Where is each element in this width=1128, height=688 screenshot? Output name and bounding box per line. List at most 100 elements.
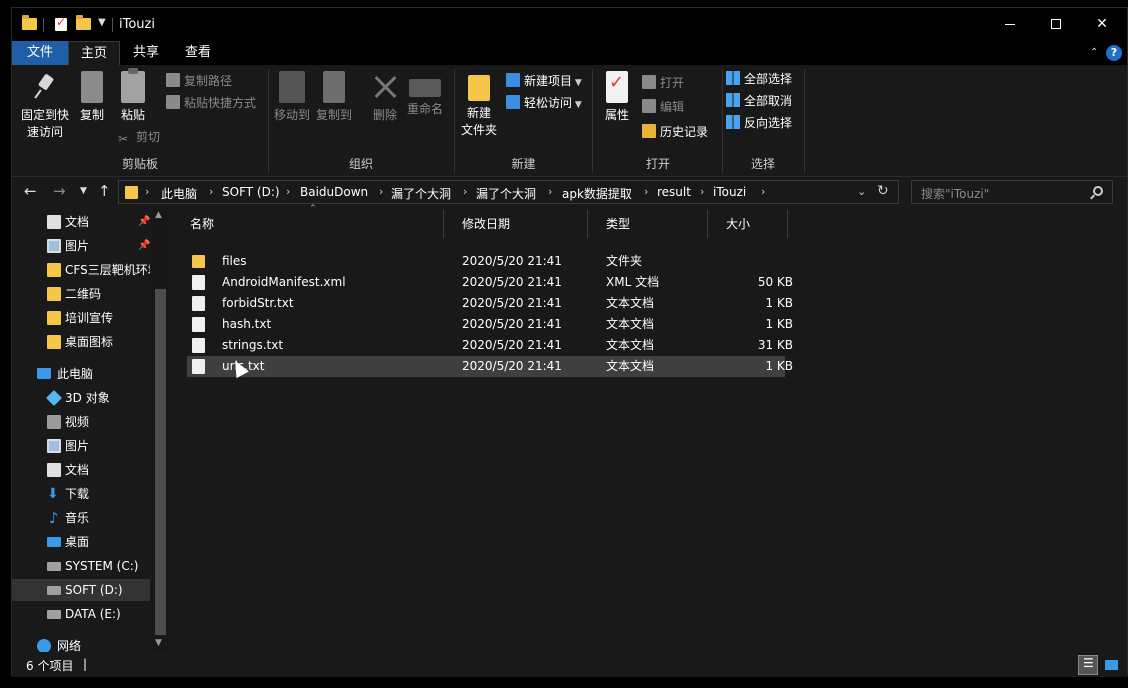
search-box[interactable]: 搜索"iTouzi" bbox=[911, 180, 1113, 204]
properties-quick-icon[interactable] bbox=[55, 15, 67, 31]
table-row[interactable]: forbidStr.txt 2020/5/20 21:41 文本文档 1 KB bbox=[187, 293, 793, 314]
copy-button[interactable]: 复制 bbox=[76, 71, 108, 124]
maximize-button[interactable] bbox=[1033, 8, 1079, 41]
pin-quick-access-button[interactable]: 固定到快 速访问 bbox=[16, 71, 74, 141]
table-row[interactable]: files 2020/5/20 21:41 文件夹 bbox=[187, 251, 785, 272]
recent-locations-icon[interactable]: ▼ bbox=[80, 186, 87, 196]
tab-home[interactable]: 主页 bbox=[68, 41, 120, 65]
scrollbar-thumb[interactable] bbox=[155, 289, 166, 635]
copy-to-button[interactable]: 复制到 bbox=[314, 71, 354, 124]
search-icon[interactable] bbox=[1093, 186, 1103, 196]
select-none-button[interactable]: 全部取消 bbox=[726, 91, 792, 111]
copy-path-button[interactable]: 复制路径 bbox=[166, 71, 232, 91]
minimize-button[interactable] bbox=[987, 8, 1033, 41]
nav-item-downloads[interactable]: 下载 bbox=[12, 483, 150, 505]
history-button[interactable]: 历史记录 bbox=[642, 122, 708, 142]
nav-item-desktop[interactable]: 桌面 bbox=[12, 531, 150, 553]
cut-button[interactable]: ✂ 剪切 bbox=[118, 127, 160, 147]
breadcrumb-chevron-icon[interactable]: › bbox=[761, 185, 765, 198]
table-row[interactable]: strings.txt 2020/5/20 21:41 文本文档 31 KB bbox=[187, 335, 793, 356]
breadcrumb-chevron-icon[interactable]: › bbox=[379, 185, 383, 198]
nav-item-3d-objects[interactable]: 3D 对象 bbox=[12, 387, 150, 409]
nav-item-pictures[interactable]: 图片 bbox=[12, 435, 150, 457]
breadcrumb-chevron-icon[interactable]: › bbox=[145, 185, 149, 198]
select-all-button[interactable]: 全部选择 bbox=[726, 69, 792, 89]
nav-item-drive-d[interactable]: SOFT (D:) bbox=[12, 579, 150, 601]
move-to-button[interactable]: 移动到 bbox=[272, 71, 312, 124]
customize-quick-access-icon[interactable]: ▼ bbox=[98, 17, 106, 33]
history-label: 历史记录 bbox=[660, 125, 709, 139]
nav-item-folder[interactable]: CFS三层靶机环境 bbox=[12, 259, 150, 281]
breadcrumb-item[interactable]: iTouzi bbox=[713, 185, 746, 199]
table-row[interactable]: urls.txt 2020/5/20 21:41 文本文档 1 KB bbox=[187, 356, 793, 377]
breadcrumb-item[interactable]: 漏了个大洞 bbox=[476, 185, 536, 202]
large-icons-view-icon[interactable] bbox=[1102, 655, 1122, 675]
details-view-icon[interactable] bbox=[1078, 655, 1098, 675]
open-button[interactable]: 打开 bbox=[642, 73, 684, 93]
nav-scrollbar[interactable]: ▲ ▼ bbox=[152, 208, 169, 652]
breadcrumb-item[interactable]: SOFT (D:) bbox=[222, 185, 280, 199]
nav-item-folder[interactable]: 培训宣传 bbox=[12, 307, 150, 329]
column-header-type[interactable]: 类型 bbox=[588, 210, 708, 238]
breadcrumb-item[interactable]: BaiduDown bbox=[300, 185, 368, 199]
nav-item-folder[interactable]: 桌面图标 bbox=[12, 331, 150, 353]
column-header-date[interactable]: 修改日期 bbox=[444, 210, 588, 238]
address-bar[interactable]: › 此电脑 › SOFT (D:) › BaiduDown › 漏了个大洞 › … bbox=[118, 180, 899, 204]
nav-item-drive-c[interactable]: SYSTEM (C:) bbox=[12, 555, 150, 577]
column-header-name[interactable]: 名称 bbox=[172, 210, 444, 238]
file-name: forbidStr.txt bbox=[222, 296, 294, 310]
rename-icon bbox=[409, 79, 441, 97]
pin-icon[interactable]: 📌 bbox=[138, 235, 150, 257]
nav-item-folder[interactable]: 二维码 bbox=[12, 283, 150, 305]
breadcrumb-item[interactable]: apk数据提取 bbox=[562, 185, 632, 202]
properties-button[interactable]: 属性 bbox=[600, 71, 634, 124]
breadcrumb-item[interactable]: result bbox=[657, 185, 691, 199]
refresh-icon[interactable]: ↻ bbox=[877, 183, 889, 199]
tab-share[interactable]: 共享 bbox=[120, 41, 172, 65]
nav-item-network[interactable]: 网络 bbox=[12, 635, 150, 652]
nav-item-this-pc[interactable]: 此电脑 bbox=[12, 363, 150, 385]
easy-access-button[interactable]: 轻松访问 ▼ bbox=[506, 93, 582, 113]
tab-view[interactable]: 查看 bbox=[172, 41, 224, 65]
new-item-button[interactable]: 新建项目 ▼ bbox=[506, 71, 582, 91]
breadcrumb-chevron-icon[interactable]: › bbox=[644, 185, 648, 198]
nav-item-music[interactable]: 音乐 bbox=[12, 507, 150, 529]
table-row[interactable]: hash.txt 2020/5/20 21:41 文本文档 1 KB bbox=[187, 314, 793, 335]
nav-item-documents[interactable]: 文档 📌 bbox=[12, 211, 150, 233]
address-dropdown-icon[interactable]: ⌄ bbox=[857, 185, 866, 198]
help-icon[interactable]: ? bbox=[1106, 45, 1122, 61]
nav-item-drive-e[interactable]: DATA (E:) bbox=[12, 603, 150, 625]
new-item-label: 新建项目 bbox=[524, 74, 573, 88]
nav-item-videos[interactable]: 视频 bbox=[12, 411, 150, 433]
close-button[interactable]: ✕ bbox=[1079, 8, 1125, 41]
invert-selection-button[interactable]: 反向选择 bbox=[726, 113, 792, 133]
breadcrumb-chevron-icon[interactable]: › bbox=[286, 185, 290, 198]
pin-icon[interactable]: 📌 bbox=[138, 211, 150, 233]
scroll-down-icon[interactable]: ▼ bbox=[155, 638, 162, 648]
table-row[interactable]: AndroidManifest.xml 2020/5/20 21:41 XML … bbox=[187, 272, 793, 293]
new-folder-button[interactable]: 新建 文件夹 bbox=[460, 71, 498, 139]
rename-button[interactable]: 重命名 bbox=[404, 71, 446, 118]
back-arrow-icon[interactable]: ← bbox=[24, 182, 37, 200]
paste-shortcut-button[interactable]: 粘贴快捷方式 bbox=[166, 93, 256, 113]
edit-button[interactable]: 编辑 bbox=[642, 97, 684, 117]
nav-label: 音乐 bbox=[65, 511, 90, 525]
scroll-up-icon[interactable]: ▲ bbox=[155, 210, 162, 220]
paste-button[interactable]: 粘贴 bbox=[116, 68, 150, 124]
breadcrumb-chevron-icon[interactable]: › bbox=[548, 185, 552, 198]
breadcrumb-item[interactable]: 此电脑 bbox=[161, 185, 197, 202]
breadcrumb-chevron-icon[interactable]: › bbox=[700, 185, 704, 198]
breadcrumb-chevron-icon[interactable]: › bbox=[209, 185, 213, 198]
breadcrumb-item[interactable]: 漏了个大洞 bbox=[391, 185, 451, 202]
up-arrow-icon[interactable]: ↑ bbox=[98, 182, 111, 200]
nav-item-pictures[interactable]: 图片 📌 bbox=[12, 235, 150, 257]
file-name: AndroidManifest.xml bbox=[222, 275, 346, 289]
delete-button[interactable]: 删除 bbox=[368, 71, 402, 124]
column-header-size[interactable]: 大小 bbox=[708, 210, 788, 238]
breadcrumb-chevron-icon[interactable]: › bbox=[463, 185, 467, 198]
forward-arrow-icon[interactable]: → bbox=[53, 182, 66, 200]
tab-file[interactable]: 文件 bbox=[12, 41, 68, 65]
new-folder-quick-icon[interactable] bbox=[76, 15, 91, 30]
collapse-ribbon-icon[interactable]: ⌃ bbox=[1090, 47, 1098, 58]
nav-item-documents[interactable]: 文档 bbox=[12, 459, 150, 481]
